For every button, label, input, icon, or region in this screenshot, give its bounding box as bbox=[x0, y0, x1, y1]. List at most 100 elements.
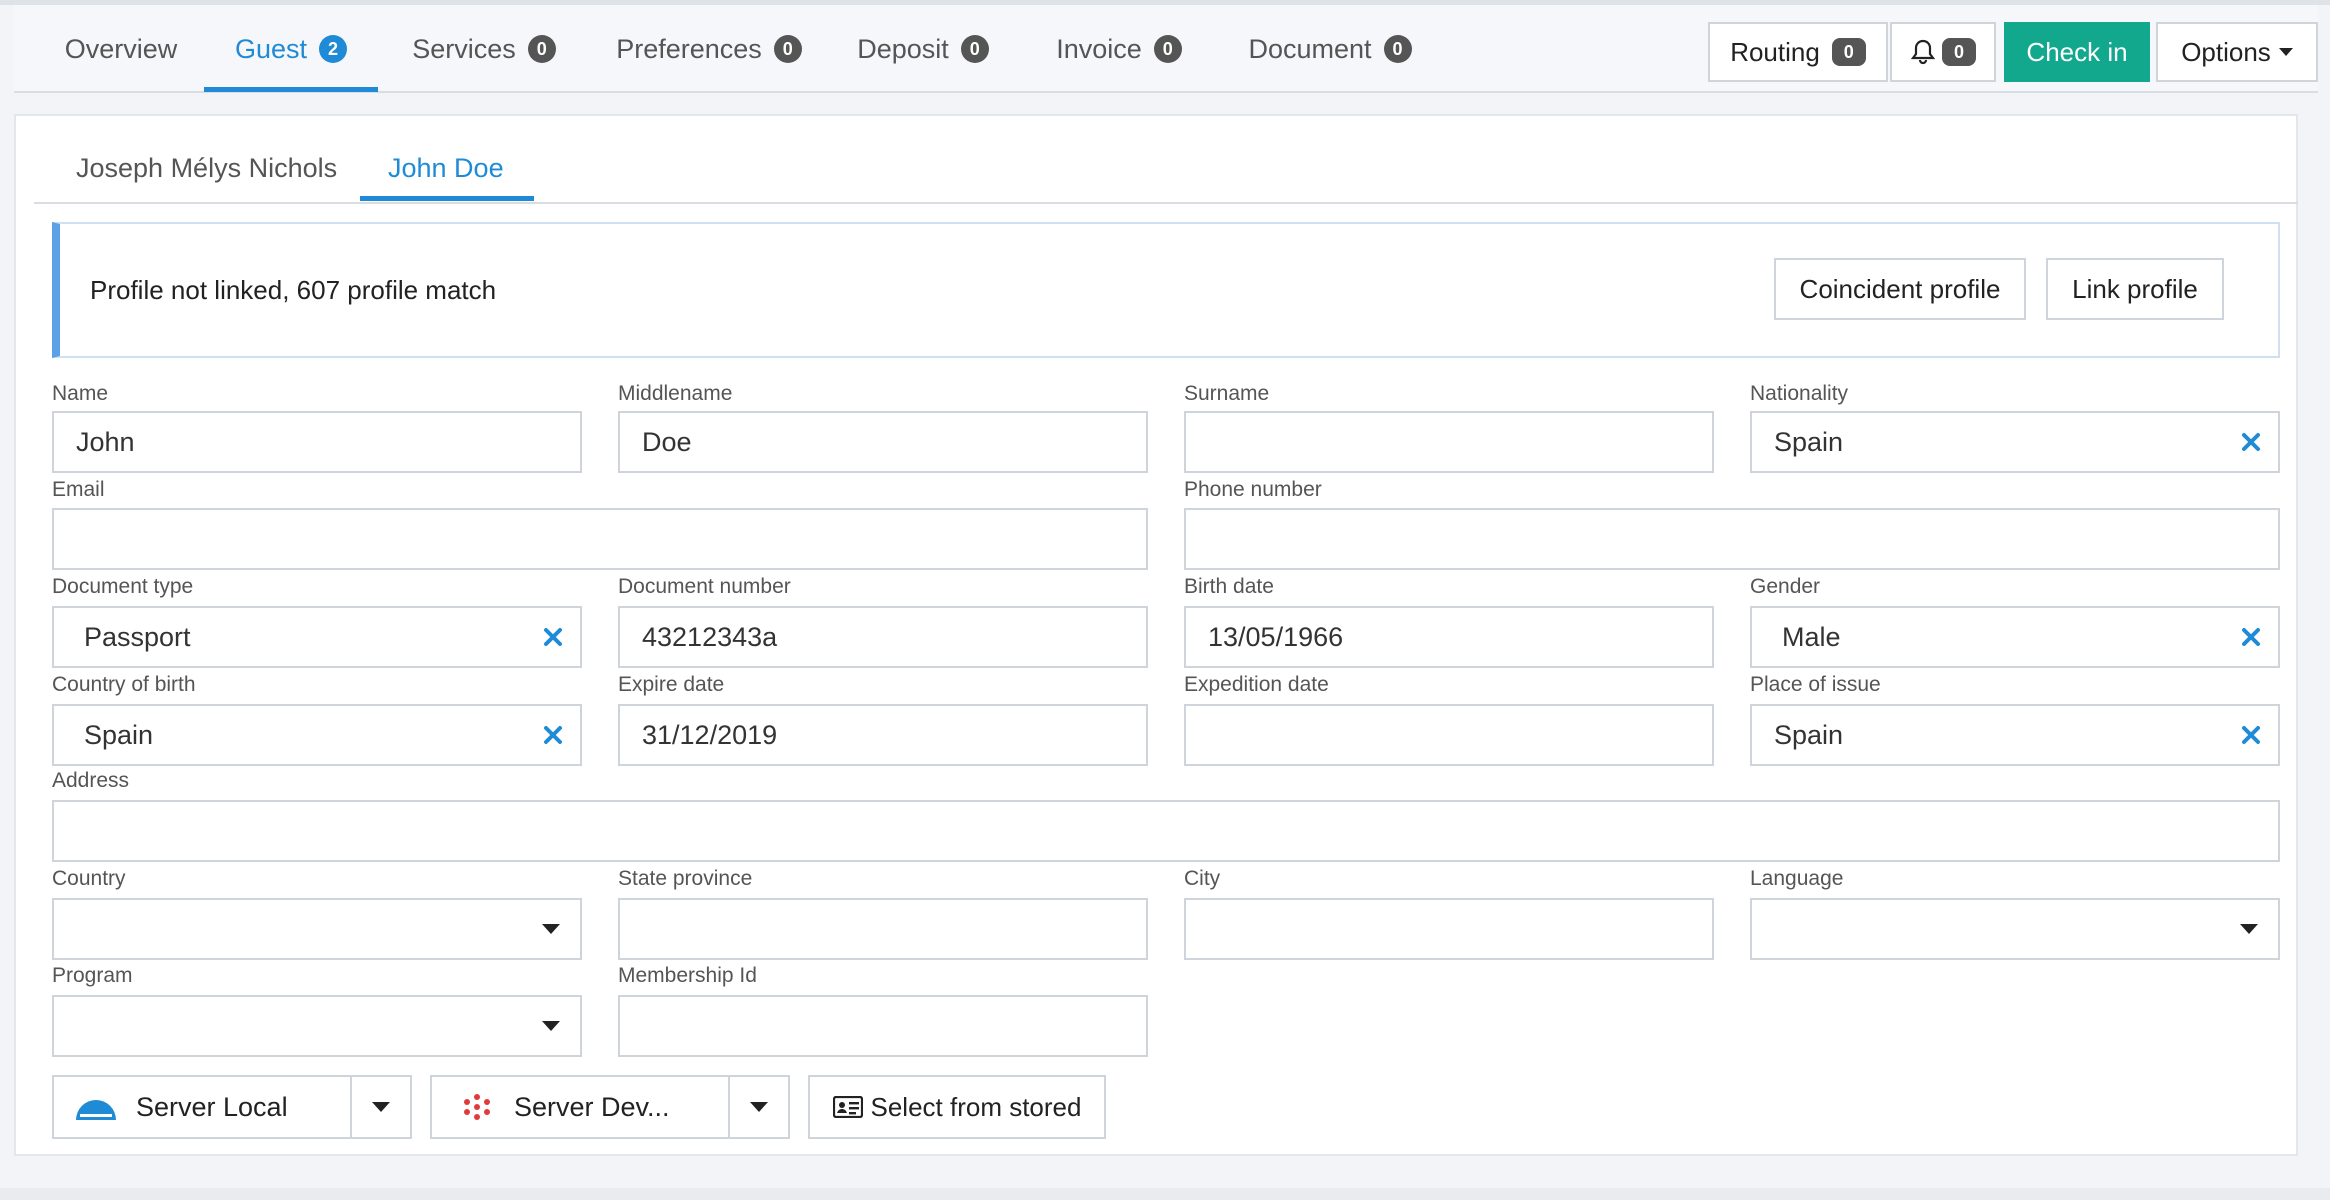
active-guest-indicator bbox=[360, 196, 534, 201]
clear-icon[interactable] bbox=[540, 624, 566, 650]
address-field[interactable] bbox=[52, 800, 2280, 862]
select-from-stored-button[interactable]: Select from stored bbox=[808, 1075, 1106, 1139]
country-of-birth-label: Country of birth bbox=[52, 673, 196, 696]
tab-label: Services bbox=[412, 33, 516, 64]
server-local-button[interactable]: Server Local bbox=[54, 1077, 352, 1137]
server-dev-logo-icon bbox=[462, 1092, 492, 1122]
tab-label: Preferences bbox=[616, 33, 762, 64]
nationality-select[interactable]: Spain bbox=[1750, 411, 2280, 473]
tab-guest[interactable]: Guest 2 bbox=[204, 5, 378, 93]
nationality-value: Spain bbox=[1774, 426, 1844, 457]
alert-message: Profile not linked, 607 profile match bbox=[90, 274, 497, 305]
country-select[interactable] bbox=[52, 898, 582, 960]
tab-count-badge: 0 bbox=[773, 35, 802, 63]
language-select[interactable] bbox=[1750, 898, 2280, 960]
expedition-date-label: Expedition date bbox=[1184, 673, 1329, 696]
tab-count-badge: 0 bbox=[527, 35, 556, 63]
document-number-label: Document number bbox=[618, 575, 791, 598]
middlename-field[interactable]: Doe bbox=[618, 411, 1148, 473]
server-local-logo-icon bbox=[74, 1092, 118, 1122]
tab-invoice[interactable]: Invoice 0 bbox=[1044, 5, 1194, 93]
tab-count-badge: 0 bbox=[960, 35, 989, 63]
birth-date-label: Birth date bbox=[1184, 575, 1274, 598]
server-dev-label: Server Dev... bbox=[514, 1091, 670, 1122]
server-dev-dropdown[interactable] bbox=[730, 1077, 788, 1137]
surname-label: Surname bbox=[1184, 382, 1270, 405]
coincident-profile-button[interactable]: Coincident profile bbox=[1774, 258, 2026, 320]
document-type-value: Passport bbox=[84, 621, 191, 652]
name-label: Name bbox=[52, 382, 109, 405]
expire-date-field[interactable]: 31/12/2019 bbox=[618, 704, 1148, 766]
birth-date-field[interactable]: 13/05/1966 bbox=[1184, 606, 1714, 668]
document-number-field[interactable]: 43212343a bbox=[618, 606, 1148, 668]
notifications-count-badge: 0 bbox=[1942, 38, 1976, 66]
caret-down-icon bbox=[750, 1102, 768, 1112]
options-button[interactable]: Options bbox=[2156, 22, 2318, 82]
clear-icon[interactable] bbox=[2238, 624, 2264, 650]
clear-icon[interactable] bbox=[2238, 429, 2264, 455]
middlename-label: Middlename bbox=[618, 382, 733, 405]
program-label: Program bbox=[52, 964, 133, 987]
language-label: Language bbox=[1750, 867, 1844, 890]
guest-tab-label: John Doe bbox=[388, 152, 504, 183]
surname-field[interactable] bbox=[1184, 411, 1714, 473]
server-dev-button[interactable]: Server Dev... bbox=[432, 1077, 730, 1137]
caret-down-icon bbox=[2240, 924, 2258, 934]
caret-down-icon bbox=[542, 924, 560, 934]
tab-services[interactable]: Services 0 bbox=[404, 5, 564, 93]
guest-tab-john-doe[interactable]: John Doe bbox=[388, 132, 504, 204]
active-tab-indicator bbox=[204, 87, 378, 92]
state-province-field[interactable] bbox=[618, 898, 1148, 960]
guest-tab-label: Joseph Mélys Nichols bbox=[76, 152, 338, 183]
country-label: Country bbox=[52, 867, 126, 890]
email-label: Email bbox=[52, 478, 105, 501]
tab-preferences[interactable]: Preferences 0 bbox=[604, 5, 814, 93]
phone-field[interactable] bbox=[1184, 508, 2280, 570]
clear-icon[interactable] bbox=[540, 722, 566, 748]
guest-subtabs: Joseph Mélys Nichols John Doe bbox=[34, 132, 2298, 204]
city-field[interactable] bbox=[1184, 898, 1714, 960]
server-local-dropdown[interactable] bbox=[352, 1077, 410, 1137]
place-of-issue-value: Spain bbox=[1774, 719, 1844, 750]
membership-id-label: Membership Id bbox=[618, 964, 757, 987]
tab-label: Invoice bbox=[1056, 33, 1142, 64]
routing-count-badge: 0 bbox=[1831, 38, 1866, 66]
name-field[interactable]: John bbox=[52, 411, 582, 473]
document-type-label: Document type bbox=[52, 575, 194, 598]
tab-label: Overview bbox=[64, 33, 178, 64]
bottom-border bbox=[0, 1188, 2330, 1200]
caret-down-icon bbox=[372, 1102, 390, 1112]
routing-label: Routing bbox=[1730, 36, 1820, 67]
expire-date-label: Expire date bbox=[618, 673, 725, 696]
expedition-date-field[interactable] bbox=[1184, 704, 1714, 766]
routing-button[interactable]: Routing 0 bbox=[1708, 22, 1888, 82]
country-of-birth-select[interactable]: Spain bbox=[52, 704, 582, 766]
select-from-stored-label: Select from stored bbox=[870, 1091, 1082, 1122]
tab-label: Document bbox=[1248, 33, 1372, 64]
link-profile-button[interactable]: Link profile bbox=[2046, 258, 2224, 320]
notifications-button[interactable]: 0 bbox=[1890, 22, 1996, 82]
place-of-issue-label: Place of issue bbox=[1750, 673, 1881, 696]
place-of-issue-select[interactable]: Spain bbox=[1750, 704, 2280, 766]
program-select[interactable] bbox=[52, 995, 582, 1057]
clear-icon[interactable] bbox=[2238, 722, 2264, 748]
tab-deposit[interactable]: Deposit 0 bbox=[848, 5, 998, 93]
address-label: Address bbox=[52, 769, 130, 792]
email-field[interactable] bbox=[52, 508, 1148, 570]
phone-label: Phone number bbox=[1184, 478, 1322, 501]
tab-overview[interactable]: Overview bbox=[56, 5, 186, 93]
check-in-button[interactable]: Check in bbox=[2004, 22, 2150, 82]
guest-tab-joseph[interactable]: Joseph Mélys Nichols bbox=[76, 132, 337, 204]
tab-label: Deposit bbox=[857, 33, 949, 64]
server-local-label: Server Local bbox=[136, 1091, 288, 1122]
state-province-label: State province bbox=[618, 867, 753, 890]
tab-count-badge: 0 bbox=[1383, 35, 1412, 63]
server-local-split-button: Server Local bbox=[52, 1075, 412, 1139]
gender-select[interactable]: Male bbox=[1750, 606, 2280, 668]
document-type-select[interactable]: Passport bbox=[52, 606, 582, 668]
gender-value: Male bbox=[1782, 621, 1841, 652]
membership-id-field[interactable] bbox=[618, 995, 1148, 1057]
city-label: City bbox=[1184, 867, 1221, 890]
nationality-label: Nationality bbox=[1750, 382, 1849, 405]
tab-document[interactable]: Document 0 bbox=[1232, 5, 1428, 93]
